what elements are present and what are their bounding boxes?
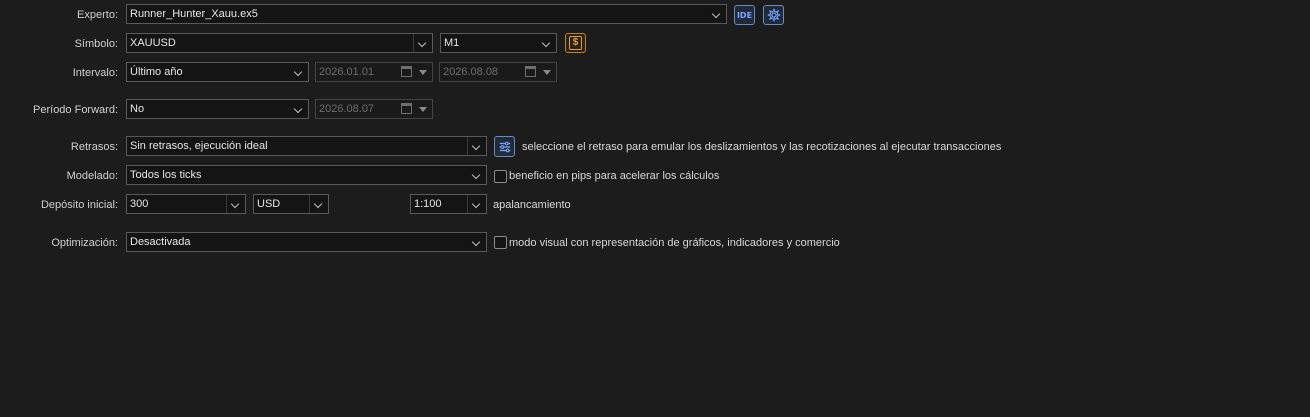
optimization-select[interactable]: Desactivada: [126, 232, 487, 252]
chevron-down-icon: [467, 195, 486, 213]
experto-label: Experto:: [77, 9, 118, 21]
dropdown-triangle-icon: [419, 70, 427, 75]
symbol-button[interactable]: $: [565, 33, 586, 53]
chevron-down-icon: [538, 34, 556, 52]
chevron-down-icon: [468, 233, 486, 251]
pips-checkbox[interactable]: [494, 170, 507, 183]
deposito-label: Depósito inicial:: [40, 199, 118, 211]
calendar-icon: [401, 66, 412, 77]
currency-value: USD: [257, 198, 281, 210]
settings-button[interactable]: [763, 5, 784, 25]
forward-select[interactable]: No: [126, 99, 309, 119]
modeling-value: Todos los ticks: [130, 169, 202, 181]
interval-to-date: 2026.08.08: [439, 62, 557, 82]
simbolo-label: Símbolo:: [74, 38, 118, 50]
deposit-input[interactable]: 300: [126, 194, 246, 214]
currency-select[interactable]: USD: [253, 194, 329, 214]
leverage-select[interactable]: 1:100: [410, 194, 487, 214]
dropdown-triangle-icon: [419, 107, 427, 112]
retrasos-label: Retrasos:: [70, 141, 118, 153]
chevron-down-icon: [708, 5, 726, 23]
interval-value: Último año: [130, 66, 183, 78]
intervalo-label: Intervalo:: [72, 67, 118, 79]
symbol-value: XAUUSD: [130, 37, 176, 49]
chevron-down-icon: [468, 166, 486, 184]
calendar-icon: [401, 103, 412, 114]
chevron-down-icon: [467, 137, 486, 155]
symbol-input[interactable]: XAUUSD: [126, 33, 433, 53]
optimizacion-label: Optimización:: [51, 237, 118, 249]
modeling-select[interactable]: Todos los ticks: [126, 165, 487, 185]
chevron-down-icon: [290, 100, 308, 118]
visual-mode-checkbox-label[interactable]: modo visual con representación de gráfic…: [509, 237, 840, 249]
ide-button[interactable]: IDE: [734, 5, 755, 25]
timeframe-value: M1: [444, 37, 460, 49]
dropdown-triangle-icon: [543, 70, 551, 75]
calendar-icon: [525, 66, 536, 77]
gear-icon: [767, 8, 780, 22]
interval-to-value: 2026.08.08: [443, 66, 499, 78]
deposit-value: 300: [130, 198, 149, 210]
dollar-icon: $: [569, 36, 582, 50]
interval-from-value: 2026.01.01: [319, 66, 375, 78]
delay-settings-button[interactable]: [494, 136, 515, 157]
timeframe-select[interactable]: M1: [440, 33, 557, 53]
leverage-value: 1:100: [414, 198, 442, 210]
delay-value: Sin retrasos, ejecución ideal: [130, 140, 268, 152]
forward-date: 2026.08.07: [315, 99, 433, 119]
delay-hint: seleccione el retraso para emular los de…: [522, 141, 1002, 153]
chevron-down-icon: [309, 195, 328, 213]
optimization-value: Desactivada: [130, 236, 191, 248]
delay-select[interactable]: Sin retrasos, ejecución ideal: [126, 136, 487, 156]
ide-icon: IDE: [736, 10, 753, 20]
sliders-icon: [499, 141, 510, 152]
interval-from-date: 2026.01.01: [315, 62, 433, 82]
expert-value: Runner_Hunter_Xauu.ex5: [130, 8, 258, 20]
forward-value: No: [130, 103, 145, 115]
leverage-label: apalancamiento: [493, 199, 571, 211]
chevron-down-icon: [226, 195, 245, 213]
interval-select[interactable]: Último año: [126, 62, 309, 82]
chevron-down-icon: [290, 63, 308, 81]
forward-date-value: 2026.08.07: [319, 103, 375, 115]
forward-label: Período Forward:: [33, 104, 118, 116]
visual-mode-checkbox[interactable]: [494, 236, 507, 249]
expert-select[interactable]: Runner_Hunter_Xauu.ex5: [126, 4, 727, 24]
chevron-down-icon: [413, 34, 432, 52]
pips-checkbox-label[interactable]: beneficio en pips para acelerar los cálc…: [509, 170, 719, 182]
modelado-label: Modelado:: [66, 170, 118, 182]
